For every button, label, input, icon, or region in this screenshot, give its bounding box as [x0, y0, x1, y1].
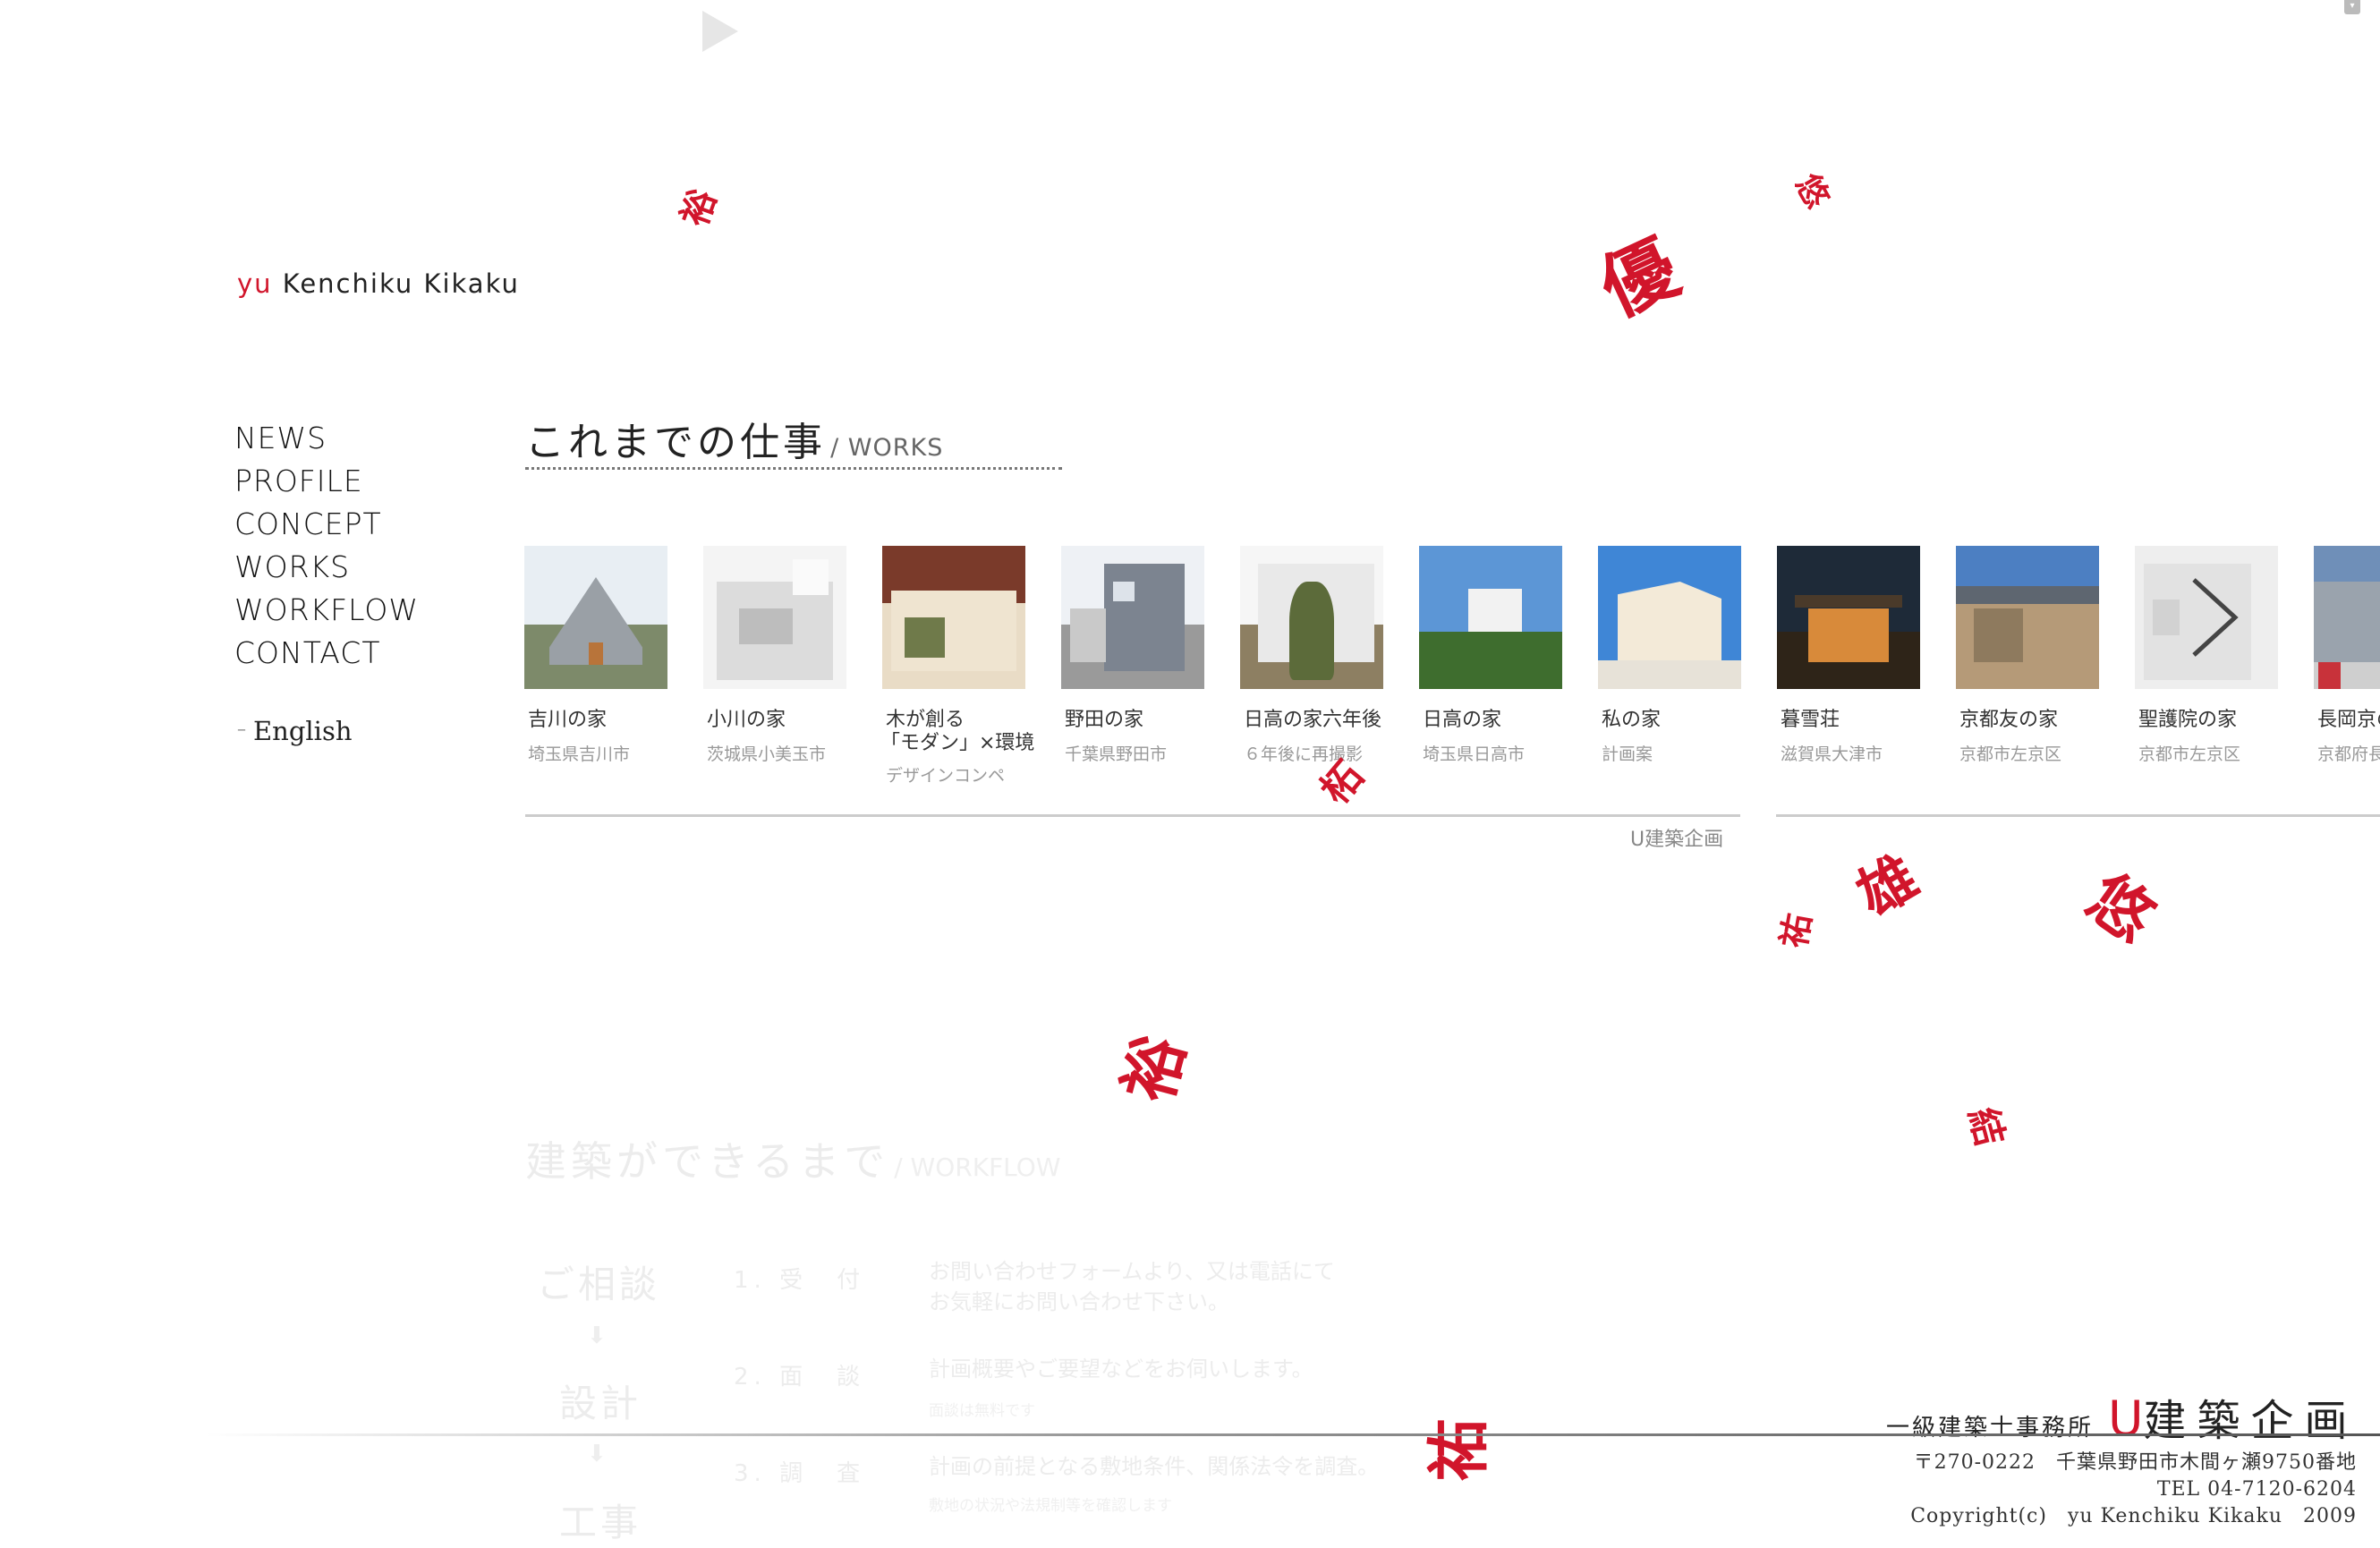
office-prefix: 一級建築士事務所 [1886, 1415, 2095, 1442]
work-thumb-bosetsuso[interactable] [1777, 546, 1920, 689]
workflow-step-number: 1. [734, 1267, 767, 1294]
logo-prefix: yu [237, 268, 273, 299]
work-title[interactable]: 聖護院の家 [2138, 709, 2237, 732]
nav-works[interactable]: WORKS [234, 546, 419, 589]
work-title[interactable]: 小川の家 [707, 709, 786, 732]
workflow-step-number: 3. [734, 1460, 767, 1487]
english-link[interactable]: – English [237, 716, 353, 746]
nav-profile[interactable]: PROFILE [234, 460, 419, 503]
workflow-heading-en: / WORKFLOW [894, 1152, 1061, 1182]
workflow-step-label: 2. 面 談 [734, 1358, 865, 1391]
footer-divider [206, 1433, 2380, 1436]
next-arrow-icon[interactable] [2183, 573, 2246, 662]
work-location: デザインコンペ [886, 766, 1006, 786]
work-thumb-hidaka-6y[interactable] [1240, 546, 1383, 689]
play-icon[interactable] [702, 11, 738, 52]
floating-kanji: 悠 [2073, 859, 2168, 957]
workflow-step-desc: 計画の前提となる敷地条件、関係法令を調査。 [929, 1454, 1380, 1479]
floating-kanji: 裕 [673, 183, 726, 233]
works-heading: これまでの仕事 / WORKS [525, 410, 943, 467]
work-location: 茨城県小美玉市 [707, 744, 827, 764]
works-divider [1776, 814, 2380, 817]
work-title[interactable]: 日高の家 [1423, 709, 1501, 732]
work-title[interactable]: 吉川の家 [528, 709, 607, 732]
work-location: 京都市左京区 [1959, 744, 2062, 764]
work-thumb-nagaokakyo[interactable] [2314, 546, 2380, 689]
workflow-step-number: 2. [734, 1364, 767, 1391]
dash-icon: – [237, 718, 246, 739]
workflow-step-name: 受 付 [779, 1267, 866, 1294]
footer-address: 〒270-0222 千葉県野田市木間ヶ瀬9750番地 [1913, 1451, 2357, 1474]
work-title[interactable]: 木が創る [886, 709, 965, 732]
workflow-heading-jp: 建築ができるまで [525, 1137, 890, 1186]
office-u: U [2108, 1391, 2144, 1447]
workflow-step-label: 1. 受 付 [734, 1262, 865, 1295]
workflow-step-note: 敷地の状況や法規制等を確認します [929, 1497, 1172, 1515]
work-thumb-kyoto-tomo[interactable] [1956, 546, 2099, 689]
footer-office-name: 一級建築士事務所 U建築企画 [1886, 1385, 2359, 1448]
nav-concept[interactable]: CONCEPT [234, 503, 419, 546]
work-thumb-hidaka[interactable] [1419, 546, 1562, 689]
work-title[interactable]: 日高の家六年後 [1244, 709, 1381, 732]
workflow-step-label: 3. 調 査 [734, 1455, 865, 1488]
work-thumb-ogawa[interactable] [703, 546, 846, 689]
english-label: English [253, 716, 353, 746]
works-heading-underline [525, 467, 1062, 470]
work-title[interactable]: 私の家 [1602, 709, 1661, 732]
floating-kanji: 裕 [1109, 1027, 1200, 1110]
work-location: 埼玉県日高市 [1423, 744, 1526, 764]
work-title[interactable]: 暮雪荘 [1781, 709, 1840, 732]
workflow-step-desc: 計画概要やご要望などをお伺いします。 [929, 1357, 1313, 1382]
workflow-step-note: 面談は無料です [929, 1402, 1035, 1420]
nav-workflow[interactable]: WORKFLOW [234, 589, 419, 632]
work-location: 滋賀県大津市 [1781, 744, 1883, 764]
workflow-phase: ご相談 [537, 1263, 661, 1306]
workflow-phase: 設計 [559, 1382, 642, 1425]
work-location: 計画案 [1602, 744, 1653, 764]
work-title[interactable]: 京都友の家 [1959, 709, 2058, 732]
footer-address-block: 〒270-0222 千葉県野田市木間ヶ瀬9750番地 TEL 04-7120-6… [1910, 1450, 2357, 1530]
workflow-step-desc: お気軽にお問い合わせ下さい。 [929, 1289, 1229, 1314]
nav-news[interactable]: NEWS [234, 417, 419, 460]
down-arrow-icon: ⬇ [587, 1323, 607, 1349]
work-thumb-yoshikawa[interactable] [524, 546, 667, 689]
floating-kanji: 優 [1587, 224, 1691, 334]
work-title[interactable]: 長岡京の [2317, 709, 2380, 732]
work-title-line2[interactable]: 「モダン」×環境 [880, 732, 1034, 755]
main-nav: NEWS PROFILE CONCEPT WORKS WORKFLOW CONT… [234, 417, 419, 675]
works-heading-en: / WORKS [830, 434, 944, 462]
floating-kanji: 祐 [1421, 1418, 1496, 1482]
site-logo[interactable]: yu Kenchiku Kikaku [237, 268, 520, 299]
work-location: 埼玉県吉川市 [528, 744, 631, 764]
work-location: 京都市左京区 [2138, 744, 2241, 764]
scroll-down-icon[interactable]: ▾ [2344, 0, 2360, 14]
office-name: 建築企画 [2143, 1396, 2359, 1446]
work-location: 京都府長 [2317, 744, 2380, 764]
works-credit: U建築企画 [1630, 829, 1724, 851]
works-heading-jp: これまでの仕事 [525, 420, 826, 465]
footer-tel: TEL 04-7120-6204 [2156, 1478, 2357, 1501]
floating-kanji: 悠 [1788, 167, 1837, 215]
workflow-step-desc: お問い合わせフォームより、又は電話にて [929, 1259, 1335, 1284]
down-arrow-icon: ⬇ [587, 1441, 607, 1467]
work-thumb-noda[interactable] [1061, 546, 1204, 689]
workflow-step-name: 調 査 [779, 1460, 866, 1487]
floating-kanji: 結 [1960, 1102, 2013, 1151]
work-title[interactable]: 野田の家 [1065, 709, 1143, 732]
floating-kanji: 雄 [1846, 843, 1930, 931]
works-divider [525, 814, 1740, 817]
work-thumb-modern[interactable] [882, 546, 1025, 689]
nav-contact[interactable]: CONTACT [234, 632, 419, 675]
work-thumb-watashi[interactable] [1598, 546, 1741, 689]
floating-kanji: 祐 [1772, 910, 1819, 951]
workflow-step-name: 面 談 [779, 1364, 866, 1391]
workflow-heading: 建築ができるまで / WORKFLOW [525, 1129, 1061, 1188]
workflow-phase: 工事 [559, 1501, 642, 1544]
work-location: 千葉県野田市 [1065, 744, 1168, 764]
footer-copyright: Copyright(c) yu Kenchiku Kikaku 2009 [1910, 1505, 2357, 1527]
logo-name: Kenchiku Kikaku [282, 268, 520, 299]
